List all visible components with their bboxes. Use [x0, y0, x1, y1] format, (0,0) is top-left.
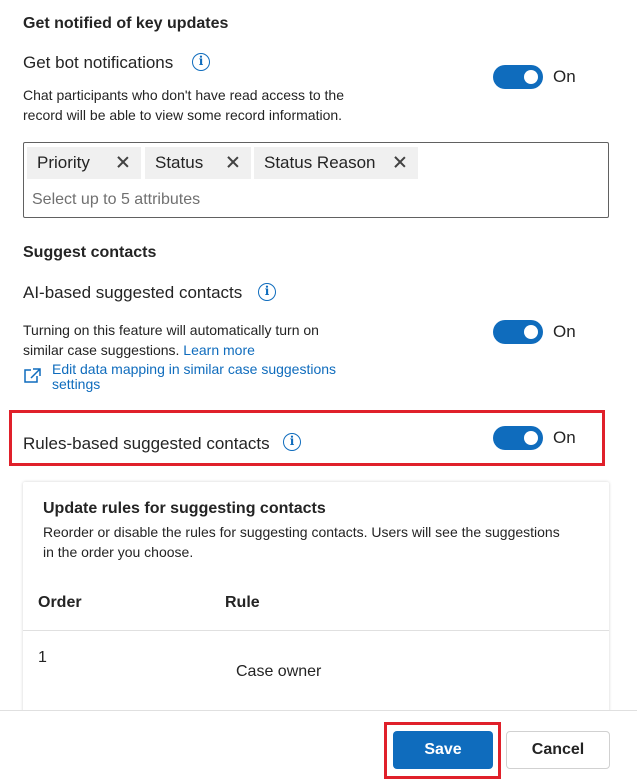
attributes-picker[interactable]: Priority Status Status Reason Select up …	[23, 142, 609, 218]
notifications-heading: Get notified of key updates	[23, 15, 229, 32]
save-button[interactable]: Save	[393, 731, 493, 769]
suggest-contacts-heading: Suggest contacts	[23, 244, 157, 261]
remove-icon[interactable]	[117, 156, 129, 168]
column-header-order[interactable]: Order	[38, 594, 82, 612]
rules-desc-line-1: Reorder or disable the rules for suggest…	[43, 524, 560, 540]
toggle-knob	[524, 70, 538, 84]
attributes-search-input[interactable]: Select up to 5 attributes	[32, 191, 200, 209]
remove-icon[interactable]	[227, 156, 239, 168]
bot-desc-line-2: record will be able to view some record …	[23, 107, 343, 123]
bot-notifications-toggle[interactable]	[493, 65, 543, 89]
attribute-tag-label: Priority	[37, 153, 90, 172]
attribute-tag: Status Reason	[254, 147, 418, 179]
toggle-state-label: On	[553, 428, 576, 447]
rules-suggested-contacts-label: Rules-based suggested contacts	[23, 434, 270, 453]
bot-notifications-description: Chat participants who don't have read ac…	[23, 85, 344, 125]
attribute-tag: Priority	[27, 147, 141, 179]
edit-mapping-line-1: Edit data mapping in similar case sugges…	[52, 361, 337, 377]
header-divider	[23, 630, 609, 631]
bot-desc-line-1: Chat participants who don't have read ac…	[23, 87, 344, 103]
rules-suggested-toggle[interactable]	[493, 426, 543, 450]
edit-mapping-link[interactable]: Edit data mapping in similar case sugges…	[52, 362, 336, 392]
attribute-tag-label: Status Reason	[264, 153, 376, 172]
ai-suggested-toggle[interactable]	[493, 320, 543, 344]
ai-suggested-toggle-group[interactable]: On	[493, 320, 576, 344]
edit-mapping-line-2: settings	[52, 376, 101, 392]
bot-notifications-label: Get bot notifications	[23, 53, 174, 72]
rules-card-description: Reorder or disable the rules for suggest…	[43, 522, 560, 562]
column-header-rule[interactable]: Rule	[225, 594, 260, 612]
ai-suggested-contacts-label: AI-based suggested contacts	[23, 283, 243, 302]
open-external-icon	[24, 368, 41, 383]
ai-desc-line-2: similar case suggestions. Learn more	[23, 340, 319, 360]
toggle-state-label: On	[553, 322, 576, 341]
rules-card: Update rules for suggesting contacts Reo…	[23, 482, 609, 722]
bot-notifications-toggle-group[interactable]: On	[493, 65, 576, 89]
info-icon[interactable]: i	[192, 53, 210, 71]
rules-card-title: Update rules for suggesting contacts	[43, 500, 326, 517]
attribute-tag: Status	[145, 147, 251, 179]
toggle-state-label: On	[553, 67, 576, 86]
row-order: 1	[38, 649, 47, 666]
toggle-knob	[524, 325, 538, 339]
ai-desc-text: similar case suggestions.	[23, 342, 180, 358]
learn-more-link[interactable]: Learn more	[183, 342, 255, 358]
cancel-button[interactable]: Cancel	[506, 731, 610, 769]
ai-suggested-description: Turning on this feature will automatical…	[23, 320, 319, 360]
info-icon[interactable]: i	[258, 283, 276, 301]
row-rule: Case owner	[236, 663, 322, 680]
remove-icon[interactable]	[394, 156, 406, 168]
toggle-knob	[524, 431, 538, 445]
info-icon[interactable]: i	[283, 433, 301, 451]
ai-desc-line-1: Turning on this feature will automatical…	[23, 322, 319, 338]
attribute-tag-label: Status	[155, 153, 204, 172]
table-row[interactable]: 1 Case owner	[23, 632, 609, 692]
rules-desc-line-2: in the order you choose.	[43, 544, 194, 560]
rules-suggested-toggle-group[interactable]: On	[493, 426, 576, 450]
